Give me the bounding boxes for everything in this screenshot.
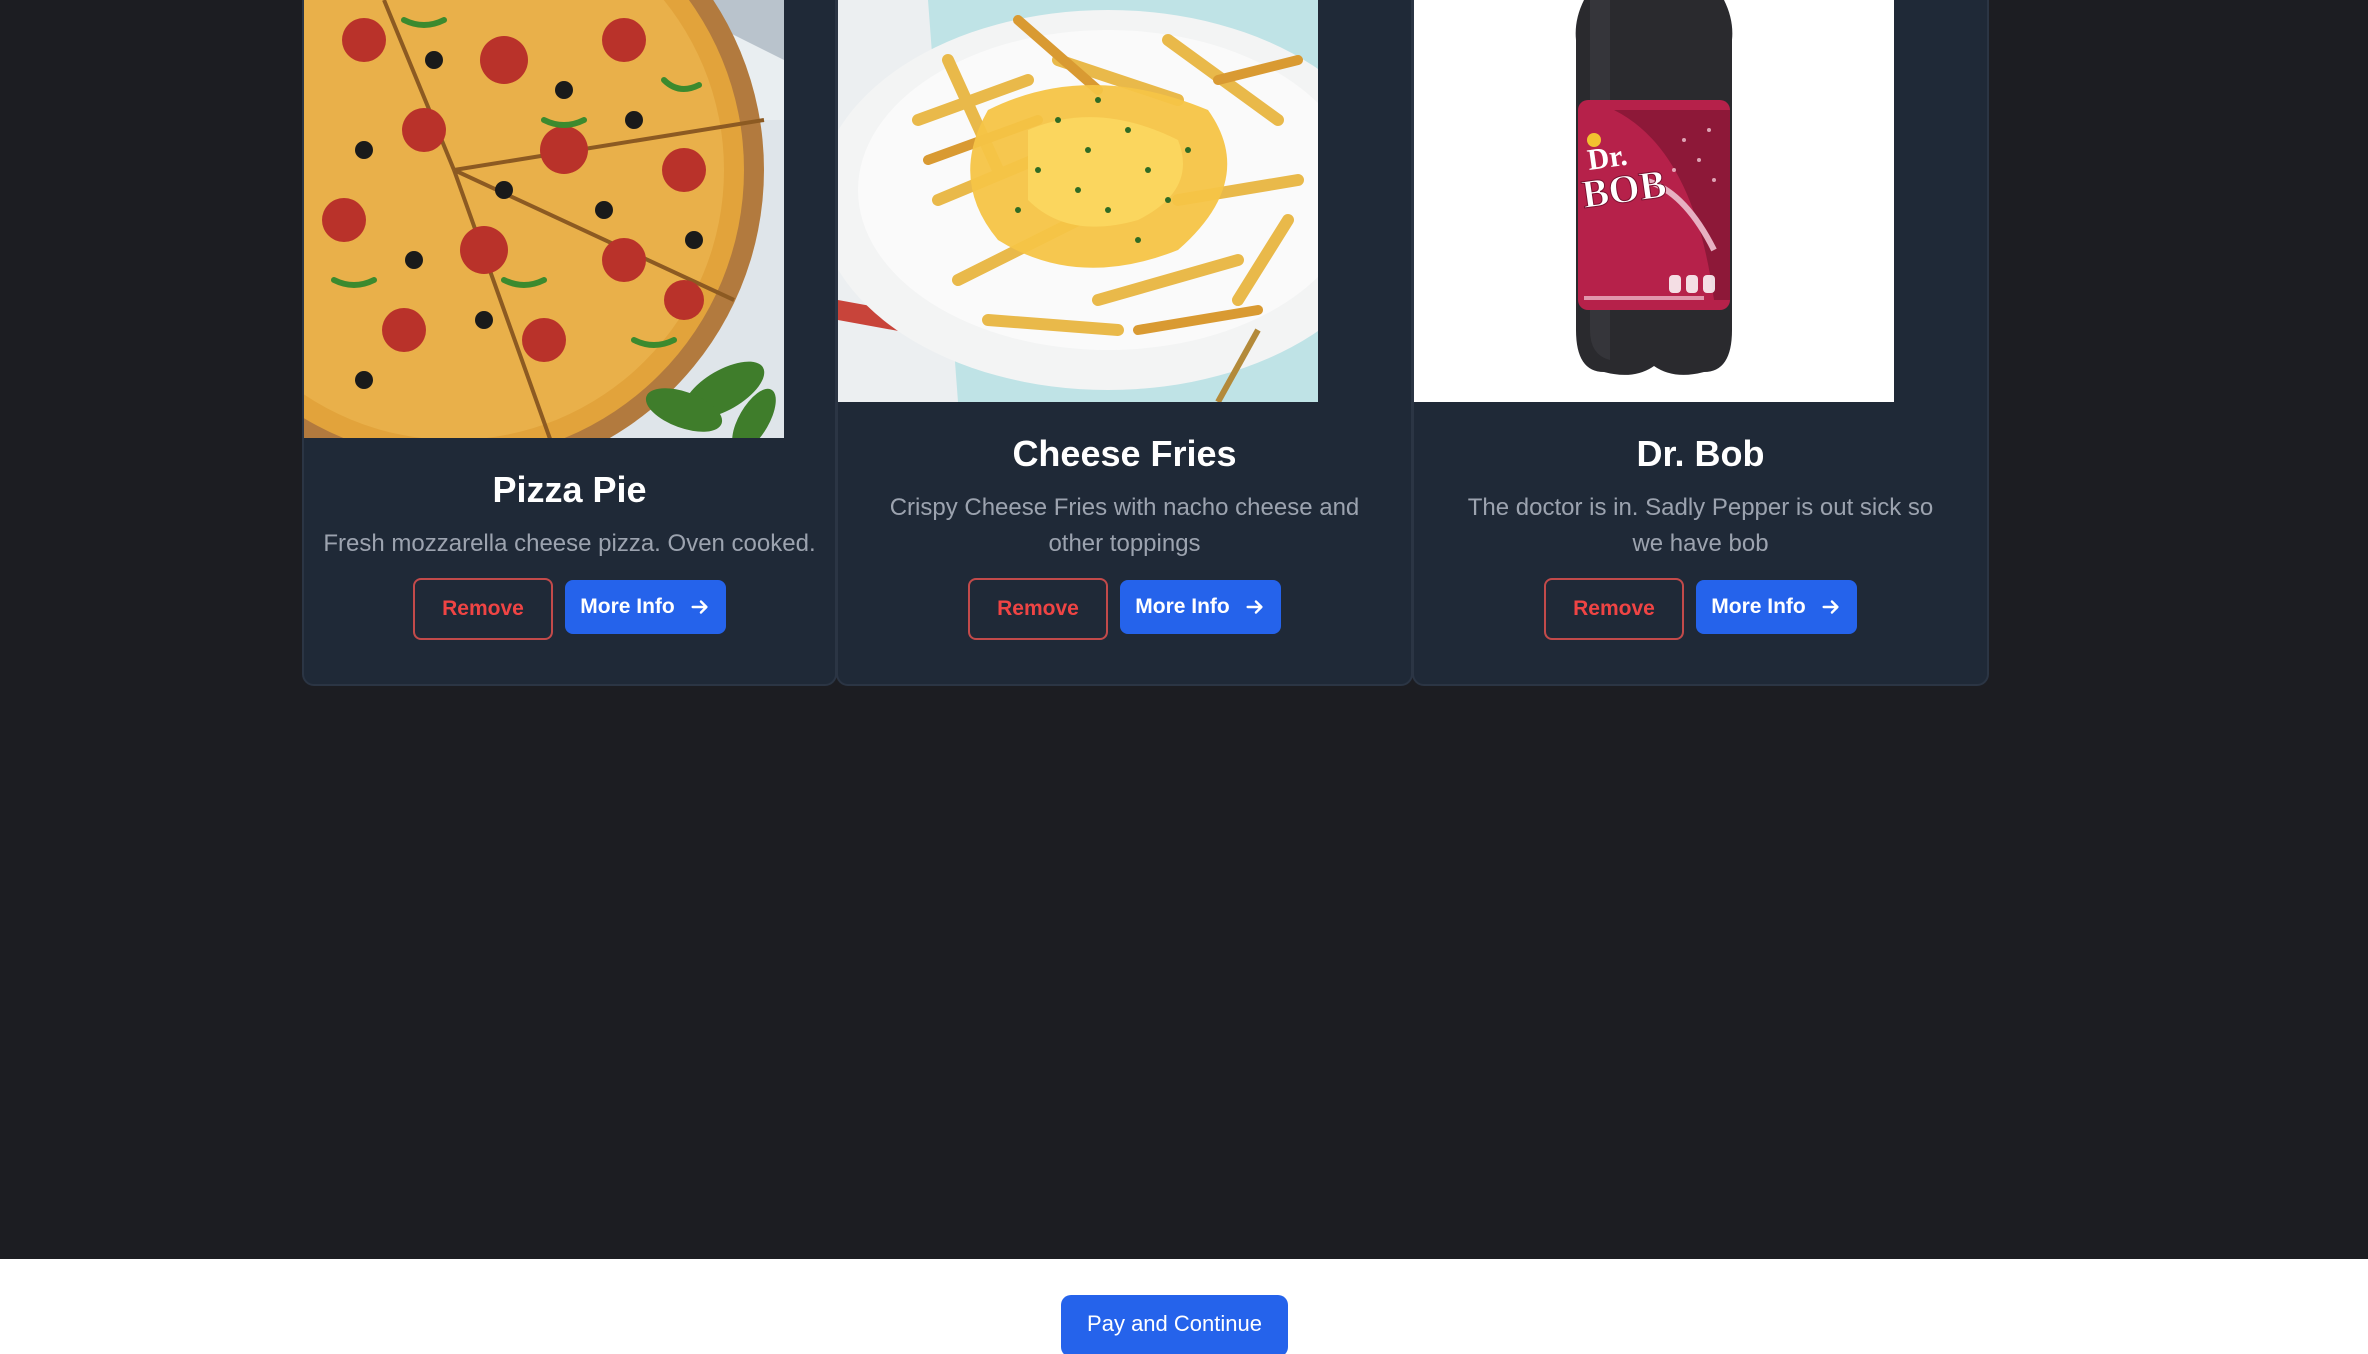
- cart-page: Pizza Pie Fresh mozzarella cheese pizza.…: [0, 0, 2368, 1354]
- product-card-body: Pizza Pie Fresh mozzarella cheese pizza.…: [304, 466, 835, 562]
- remove-button[interactable]: Remove: [968, 578, 1108, 640]
- more-info-button[interactable]: More Info: [1120, 580, 1281, 634]
- product-title: Cheese Fries: [1012, 433, 1237, 474]
- product-image-dr-bob: Dr. BOB: [1414, 0, 1894, 402]
- product-actions: Remove More Info: [304, 578, 835, 640]
- more-info-label: More Info: [1711, 595, 1806, 618]
- product-card-body: Cheese Fries Crispy Cheese Fries with na…: [838, 430, 1411, 562]
- product-description: Crispy Cheese Fries with nacho cheese an…: [889, 494, 1360, 557]
- remove-button[interactable]: Remove: [1544, 578, 1684, 640]
- arrow-right-icon: [1246, 600, 1263, 614]
- product-description: The doctor is in. Sadly Pepper is out si…: [1467, 494, 1934, 557]
- remove-button[interactable]: Remove: [413, 578, 553, 640]
- product-actions: Remove More Info: [1414, 578, 1987, 640]
- product-description: Fresh mozzarella cheese pizza. Oven cook…: [323, 530, 816, 557]
- product-card-cheese-fries: Cheese Fries Crispy Cheese Fries with na…: [836, 0, 1413, 686]
- product-card-dr-bob: Dr. BOB Dr. Bob The doctor is in. Sadly …: [1412, 0, 1989, 686]
- product-card-body: Dr. Bob The doctor is in. Sadly Pepper i…: [1414, 430, 1987, 562]
- arrow-right-icon: [1822, 600, 1839, 614]
- product-title: Dr. Bob: [1636, 433, 1765, 474]
- product-actions: Remove More Info: [838, 578, 1411, 640]
- arrow-right-icon: [691, 600, 708, 614]
- product-title: Pizza Pie: [492, 469, 647, 510]
- pay-and-continue-button[interactable]: Pay and Continue: [1061, 1295, 1288, 1354]
- product-image-pizza: [304, 0, 784, 438]
- checkout-footer: Pay and Continue: [0, 1259, 2368, 1354]
- more-info-label: More Info: [580, 595, 675, 618]
- more-info-button[interactable]: More Info: [1696, 580, 1857, 634]
- product-card-pizza: Pizza Pie Fresh mozzarella cheese pizza.…: [302, 0, 837, 686]
- more-info-button[interactable]: More Info: [565, 580, 726, 634]
- more-info-label: More Info: [1135, 595, 1230, 618]
- product-image-cheese-fries: [838, 0, 1318, 402]
